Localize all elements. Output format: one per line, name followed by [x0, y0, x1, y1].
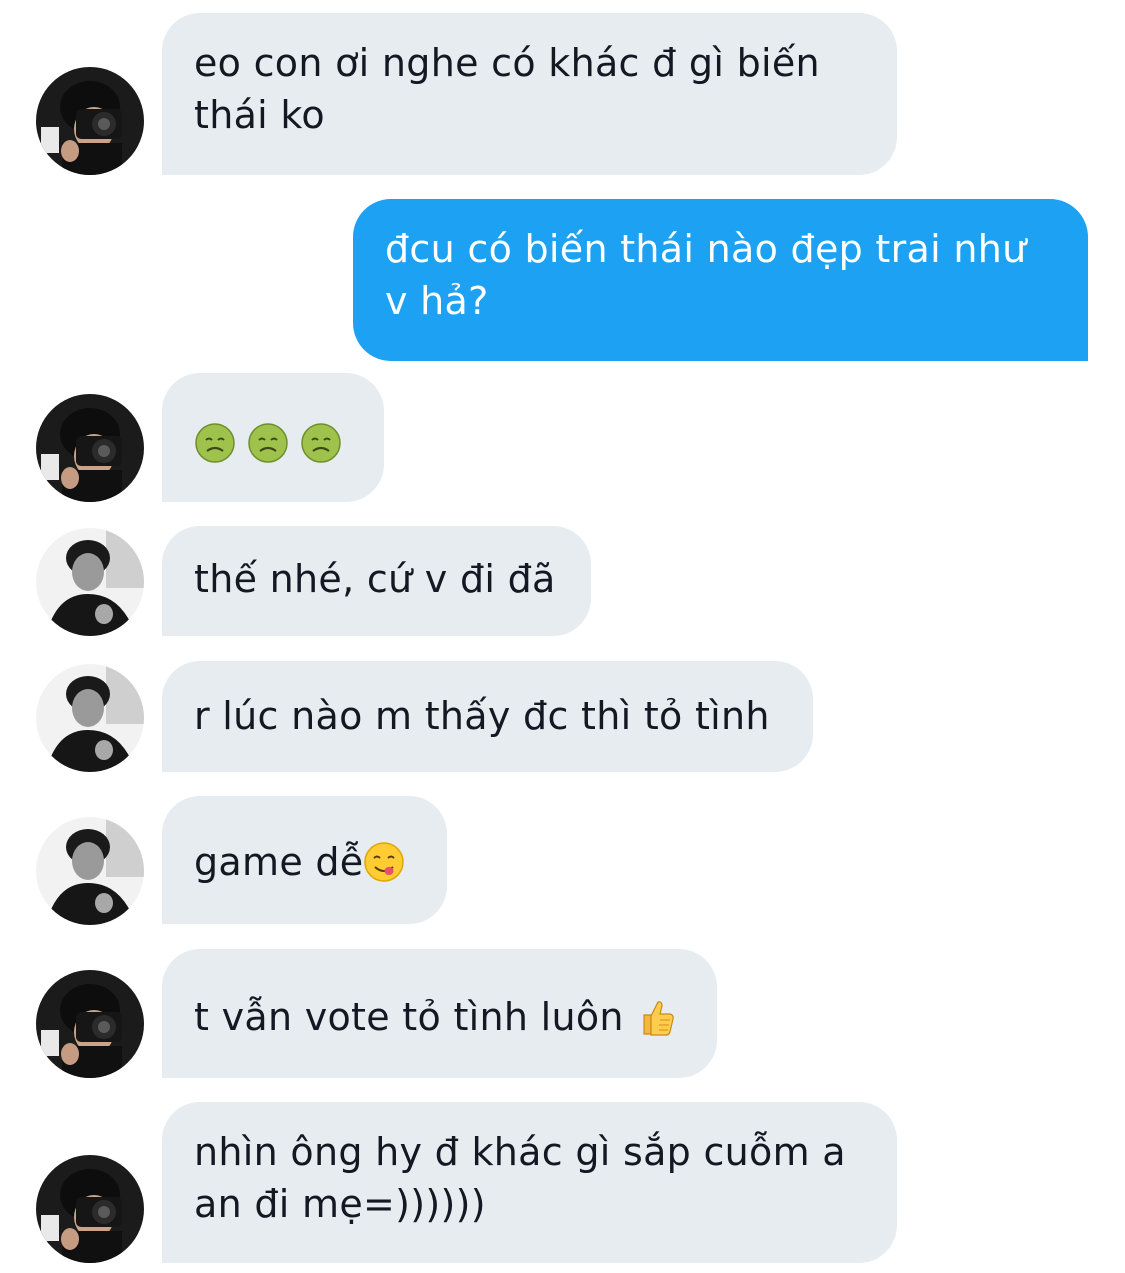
nauseated-face-emoji [247, 422, 289, 464]
incoming-message-bubble[interactable] [162, 373, 384, 502]
nauseated-face-emoji [194, 422, 236, 464]
message-text: thế nhé, cứ v đi đã [194, 557, 556, 601]
message-text: eo con ơi nghe có khác đ gì biến thái ko [194, 41, 820, 137]
message-text: game dễ [194, 840, 364, 884]
avatar-portrait-bw[interactable] [36, 528, 144, 636]
incoming-message-bubble[interactable]: eo con ơi nghe có khác đ gì biến thái ko [162, 13, 897, 175]
avatar-photographer[interactable] [36, 394, 144, 502]
message-text: r lúc nào m thấy đc thì tỏ tình [194, 694, 770, 738]
incoming-message-bubble[interactable]: thế nhé, cứ v đi đã [162, 526, 591, 636]
nauseated-face-emoji [300, 422, 342, 464]
outgoing-message-bubble[interactable]: đcu có biến thái nào đẹp trai như v hả? [353, 199, 1088, 361]
avatar-photographer[interactable] [36, 970, 144, 1078]
incoming-message-bubble[interactable]: t vẫn vote tỏ tình luôn [162, 949, 717, 1078]
incoming-message-bubble[interactable]: nhìn ông hy đ khác gì sắp cuỗm a an đi m… [162, 1102, 897, 1263]
message-text: t vẫn vote tỏ tình luôn [194, 995, 637, 1039]
avatar-photographer[interactable] [36, 67, 144, 175]
message-text: nhìn ông hy đ khác gì sắp cuỗm a an đi m… [194, 1130, 846, 1226]
yum-face-emoji [363, 841, 405, 883]
message-text: đcu có biến thái nào đẹp trai như v hả? [385, 227, 1027, 323]
avatar-photographer[interactable] [36, 1155, 144, 1263]
thumbs-up-emoji [636, 996, 678, 1038]
incoming-message-bubble[interactable]: r lúc nào m thấy đc thì tỏ tình [162, 661, 813, 772]
avatar-portrait-bw[interactable] [36, 817, 144, 925]
incoming-message-bubble[interactable]: game dễ [162, 796, 447, 924]
avatar-portrait-bw[interactable] [36, 664, 144, 772]
